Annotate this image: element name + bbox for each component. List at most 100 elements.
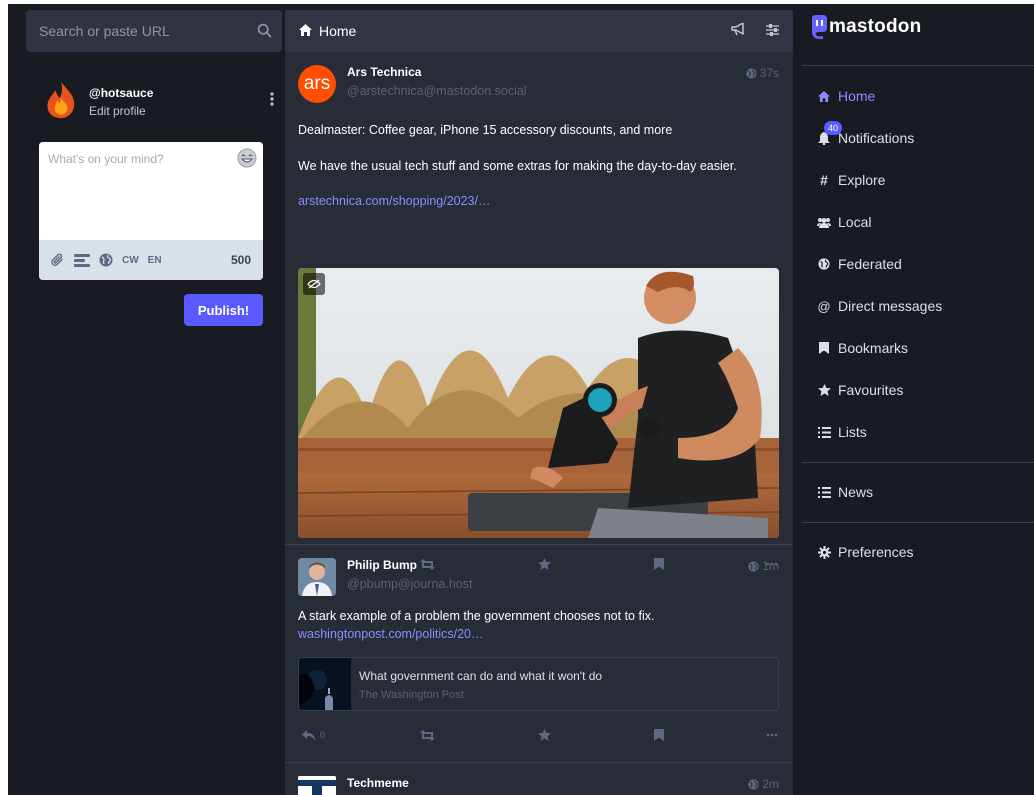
mastodon-logo[interactable]: mastodon (810, 14, 921, 40)
character-counter: 500 (230, 253, 251, 267)
list-icon (817, 425, 831, 439)
status-actions: 0 (302, 725, 778, 745)
hide-media-icon[interactable] (303, 273, 325, 295)
avatar[interactable] (298, 558, 336, 596)
card-thumbnail (299, 658, 351, 710)
account-header: @hotsauce Edit profile (26, 52, 282, 142)
home-icon (299, 23, 312, 39)
star-icon (817, 383, 831, 397)
nav-local[interactable]: Local (817, 212, 871, 232)
nav-label: Direct messages (838, 298, 943, 314)
mastodon-app: @hotsauce Edit profile CW (8, 4, 1034, 795)
poll-icon[interactable] (74, 253, 90, 267)
bookmark-icon (817, 341, 831, 355)
status-item[interactable]: Philip Bump @pbump@journa.host 1m A star… (285, 545, 793, 763)
kebab-menu-icon[interactable] (270, 92, 274, 111)
compose-column: @hotsauce Edit profile CW (26, 10, 282, 280)
avatar[interactable]: ars (298, 65, 336, 103)
nav-list-news[interactable]: News (817, 482, 873, 502)
emoji-picker-icon[interactable] (237, 148, 257, 173)
account-handle[interactable]: @pbump@journa.host (347, 577, 472, 591)
nav-label: Preferences (838, 544, 914, 560)
timestamp: 1m (762, 559, 779, 573)
reply-count: 0 (320, 730, 326, 740)
paperclip-icon[interactable] (51, 253, 65, 267)
nav-explore[interactable]: # Explore (817, 170, 885, 190)
timestamp: 37s (759, 66, 779, 80)
status-link[interactable]: washingtonpost.com/politics/20… (298, 627, 484, 641)
display-name[interactable]: Techmeme (347, 776, 409, 790)
logo-text: mastodon (829, 16, 922, 37)
favourite-icon[interactable] (538, 729, 551, 741)
nav-label: Lists (838, 424, 867, 440)
compose-form: CW EN 500 (39, 142, 263, 280)
account-handle[interactable]: @arstechnica@mastodon.social (347, 84, 527, 98)
card-title[interactable]: What government can do and what it won't… (359, 669, 602, 683)
avatar-text: ars (303, 73, 331, 94)
boost-icon[interactable] (420, 729, 435, 741)
edit-profile-link[interactable]: Edit profile (89, 104, 146, 118)
status-text: We have the usual tech stuff and some ex… (298, 159, 737, 173)
nav-label: Explore (838, 172, 886, 188)
status-text: A stark example of a problem the governm… (298, 609, 655, 623)
nav-label: News (838, 484, 874, 500)
status-time[interactable]: 37s (746, 66, 779, 80)
display-name[interactable]: Ars Technica (347, 65, 421, 79)
announcements-icon[interactable] (731, 22, 746, 39)
globe-icon (748, 560, 759, 572)
status-item[interactable]: Techmeme 2m (285, 763, 793, 795)
status-link[interactable]: arstechnica.com/shopping/2023/… (298, 194, 490, 208)
globe-icon[interactable] (99, 253, 113, 267)
status-item[interactable]: ars Ars Technica @arstechnica@mastodon.s… (285, 52, 793, 570)
users-icon (817, 215, 831, 229)
bookmark-icon[interactable] (654, 729, 664, 741)
language-button[interactable]: EN (148, 255, 162, 266)
column-header[interactable]: Home (285, 10, 793, 52)
publish-button[interactable]: Publish! (184, 294, 263, 326)
timestamp: 2m (762, 777, 779, 791)
display-name[interactable]: Philip Bump (347, 558, 417, 572)
status-time[interactable]: 1m (748, 559, 779, 573)
nav-bookmarks[interactable]: Bookmarks (817, 338, 908, 358)
avatar[interactable] (42, 80, 80, 120)
hashtag-icon: # (820, 172, 828, 188)
nav-home[interactable]: Home (817, 86, 875, 106)
nav-label: Home (838, 88, 876, 104)
at-icon: @ (817, 298, 831, 314)
nav-favourites[interactable]: Favourites (817, 380, 903, 400)
divider (802, 65, 1034, 66)
notifications-badge: 40 (824, 121, 842, 135)
reply-icon (302, 729, 315, 741)
column-title[interactable]: Home (319, 23, 356, 39)
navigation-panel: mastodon Home Notifications 40 # Explore… (802, 4, 1034, 795)
nav-preferences[interactable]: Preferences (817, 542, 913, 562)
globe-icon (746, 67, 757, 79)
status-text: Dealmaster: Coffee gear, iPhone 15 acces… (298, 123, 673, 137)
compose-toolbar: CW EN 500 (39, 240, 263, 280)
link-preview-card[interactable]: What government can do and what it won't… (298, 657, 779, 711)
search-icon[interactable] (257, 23, 272, 43)
globe-icon (748, 778, 759, 790)
reply-button[interactable]: 0 (302, 729, 326, 741)
card-source: The Washington Post (359, 689, 464, 701)
nav-label: Bookmarks (838, 340, 909, 356)
nav-direct-messages[interactable]: @ Direct messages (817, 296, 942, 316)
divider (802, 462, 1034, 463)
avatar[interactable] (298, 776, 336, 795)
nav-lists[interactable]: Lists (817, 422, 867, 442)
mastodon-logo-icon (812, 15, 827, 40)
content-warning-button[interactable]: CW (122, 255, 139, 266)
list-icon (817, 485, 831, 499)
home-icon (817, 89, 831, 103)
account-handle[interactable]: @hotsauce (89, 86, 153, 100)
media-image[interactable] (298, 268, 779, 538)
column-settings-icon[interactable] (766, 23, 779, 39)
compose-textarea[interactable] (39, 142, 263, 238)
nav-federated[interactable]: Federated (817, 254, 902, 274)
gear-icon (817, 545, 831, 559)
globe-icon (817, 257, 831, 271)
search-input[interactable] (39, 23, 239, 39)
search-box[interactable] (26, 10, 282, 52)
more-options-icon[interactable] (766, 733, 778, 737)
status-time[interactable]: 2m (748, 777, 779, 791)
